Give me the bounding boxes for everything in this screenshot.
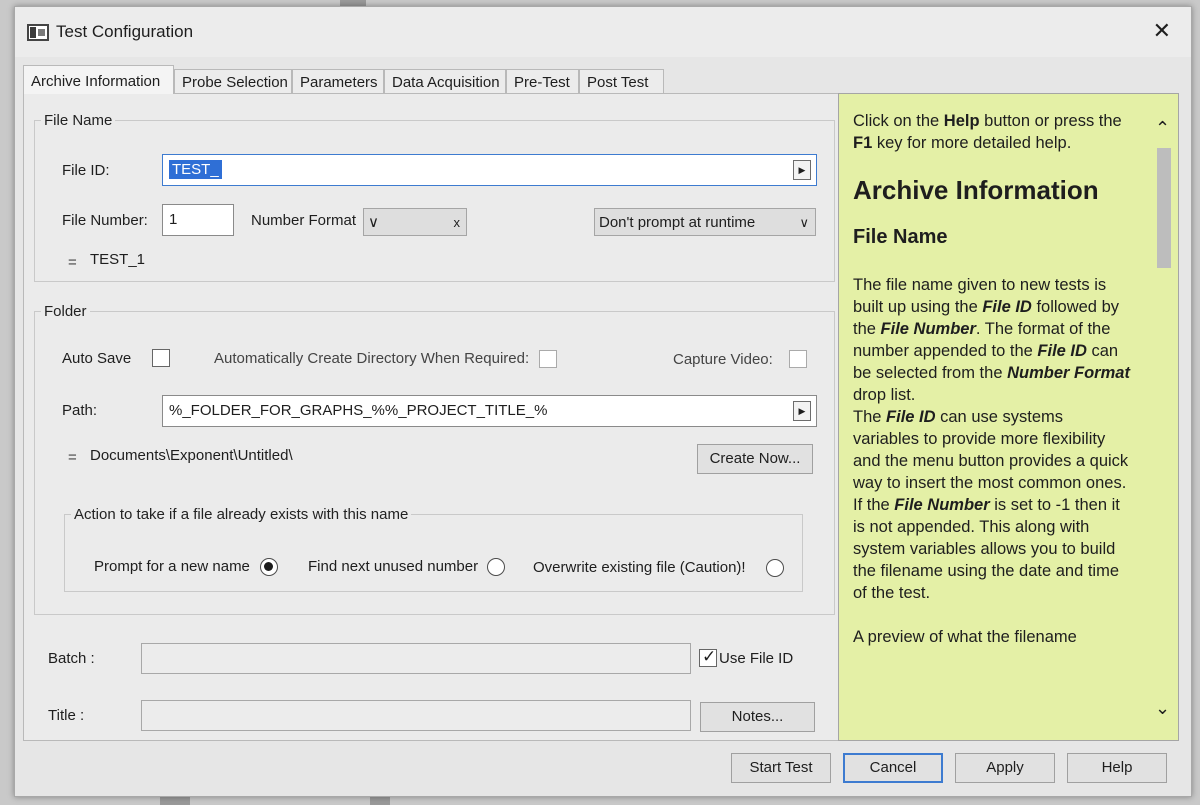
help-content: Click on the Help button or press the F1… [853,110,1133,648]
tab-data-acquisition[interactable]: Data Acquisition [384,69,506,93]
window-title: Test Configuration [56,22,194,41]
help-pane: Click on the Help button or press the F1… [838,93,1179,741]
number-format-label: Number Format [251,212,357,229]
tab-archive-information[interactable]: Archive Information [23,65,174,94]
scroll-down-icon[interactable]: ⌄ [1155,698,1170,719]
file-name-preview: TEST_1 [90,251,146,268]
start-test-button[interactable]: Start Test [731,753,831,783]
prompt-at-runtime-select[interactable]: Don't prompt at runtime ∨ [594,208,816,236]
file-number-input[interactable]: 1 [162,204,234,236]
clear-icon[interactable]: x [454,209,461,237]
path-input[interactable]: %_FOLDER_FOR_GRAPHS_%%_PROJECT_TITLE_% [162,395,817,427]
file-name-legend: File Name [44,112,113,129]
use-file-id-checkbox[interactable] [699,647,717,667]
chevron-down-icon: ∨ [799,215,809,230]
batch-label: Batch : [48,650,95,667]
tab-post-test[interactable]: Post Test [579,69,664,93]
file-name-preview-eq: = [68,254,77,271]
action-option-label-overwrite: Overwrite existing file (Caution)! [533,559,746,576]
create-now-button[interactable]: Create Now... [697,444,813,474]
action-option-label-prompt: Prompt for a new name [94,558,250,575]
help-scroll-thumb[interactable] [1157,148,1171,268]
app-window-icon [27,24,49,41]
prompt-at-runtime-value: Don't prompt at runtime [599,214,756,231]
archive-information-panel: File Name File ID: TEST_ ▶ File Number: … [23,93,839,741]
notes-button[interactable]: Notes... [700,702,815,732]
file-id-label: File ID: [62,162,110,179]
help-paragraph-3: If the File Number is set to -1 then it … [853,496,1120,602]
auto-create-directory-label: Automatically Create Directory When Requ… [214,350,530,367]
use-file-id-label: Use File ID [719,650,794,667]
action-option-label-next-unused: Find next unused number [308,558,479,575]
file-number-label: File Number: [62,212,148,229]
folder-legend: Folder [44,303,87,320]
chevron-down-icon: ∨ [368,214,379,231]
number-format-select[interactable]: ∨ x [363,208,467,236]
help-button[interactable]: Help [1067,753,1167,783]
tab-pre-test[interactable]: Pre-Test [506,69,579,93]
file-id-insert-menu-button[interactable]: ▶ [793,160,811,180]
capture-video-label: Capture Video: [673,351,773,368]
file-id-value: TEST_ [169,160,222,179]
file-exists-action-legend: Action to take if a file already exists … [74,506,409,523]
resolved-path: Documents\Exponent\Untitled\ [90,447,293,464]
tab-probe-selection[interactable]: Probe Selection [174,69,292,93]
help-paragraph-4: A preview of what the filename [853,628,1077,646]
test-configuration-dialog: Test Configuration ✕ Archive Information… [14,6,1192,797]
radio-overwrite-existing[interactable] [766,559,784,577]
title-label: Title : [48,707,85,724]
apply-button[interactable]: Apply [955,753,1055,783]
file-exists-action-group: Action to take if a file already exists … [64,506,803,592]
auto-save-label: Auto Save [62,350,132,367]
title-input[interactable] [141,700,691,731]
close-button[interactable]: ✕ [1153,18,1171,44]
batch-input[interactable] [141,643,691,674]
scroll-up-icon[interactable]: ⌃ [1155,118,1170,139]
path-label: Path: [62,402,98,419]
cancel-button[interactable]: Cancel [843,753,943,783]
file-name-group: File Name [34,112,835,282]
background-window-strip [160,797,190,805]
capture-video-checkbox[interactable] [789,350,807,368]
help-scrollbar[interactable]: ⌃ ⌄ [1152,94,1178,740]
auto-save-checkbox[interactable] [152,349,170,367]
resolved-path-eq: = [68,449,77,466]
help-intro: Click on the Help button or press the F1… [853,112,1122,152]
tab-parameters[interactable]: Parameters [292,69,384,93]
auto-create-directory-checkbox[interactable] [539,350,557,368]
help-paragraph-1: The file name given to new tests is buil… [853,276,1130,404]
background-window-strip [370,797,390,805]
help-heading: Archive Information [853,175,1099,205]
file-id-input[interactable]: TEST_ [162,154,817,186]
help-paragraph-2: The File ID can use systems variables to… [853,408,1129,492]
radio-find-next-unused[interactable] [487,558,505,576]
radio-prompt-new-name[interactable] [260,558,278,576]
path-insert-menu-button[interactable]: ▶ [793,401,811,421]
title-bar: Test Configuration ✕ [15,7,1191,57]
help-subheading: File Name [853,226,948,248]
